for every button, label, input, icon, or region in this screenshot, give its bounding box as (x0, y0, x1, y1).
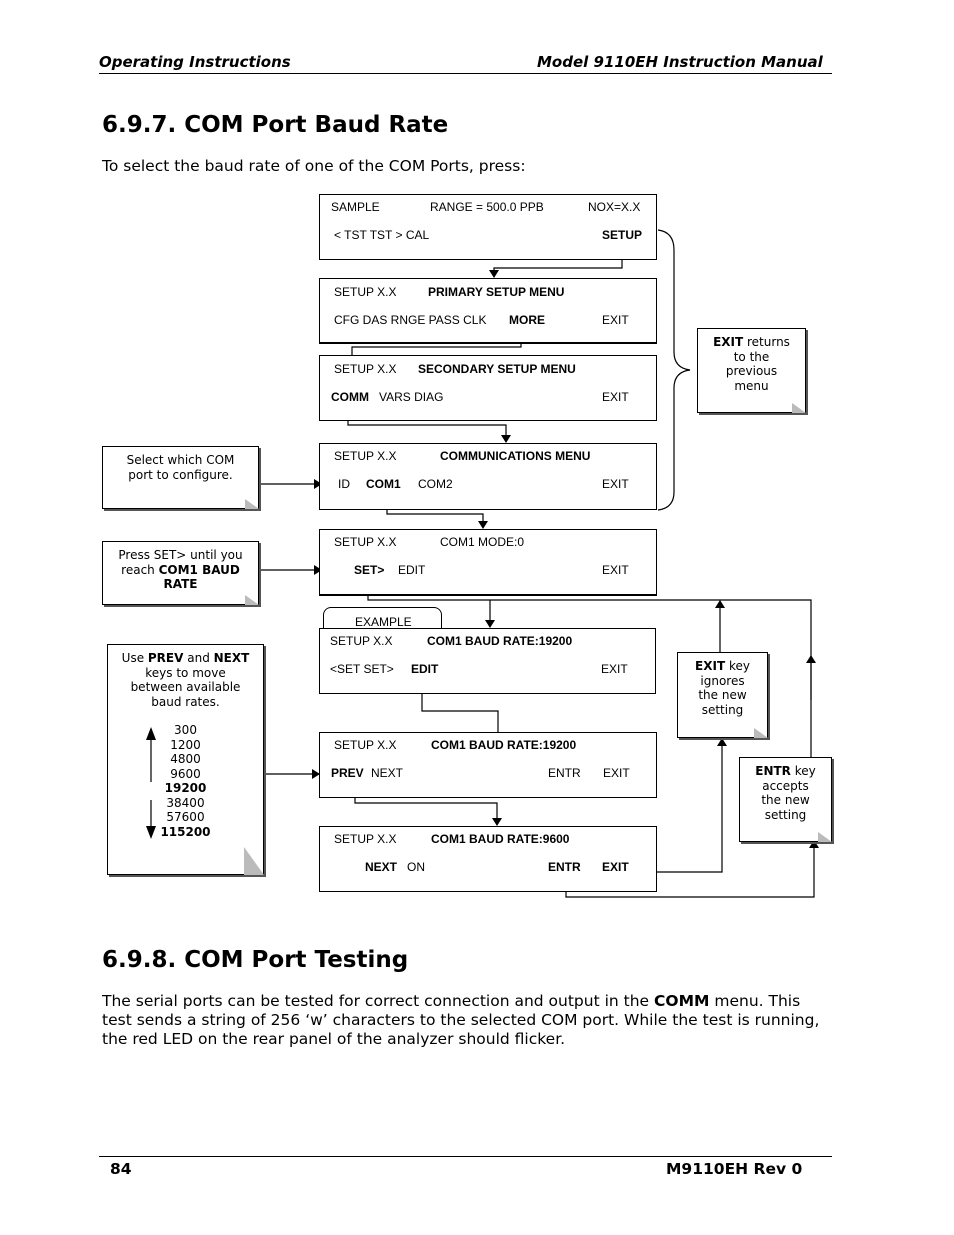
screen-keys[interactable]: VARS DIAG (379, 390, 443, 404)
screen-text: SETUP X.X (334, 535, 397, 549)
screen-text: SETUP X.X (334, 285, 397, 299)
note-exit-key: EXIT key ignores the new setting (677, 652, 768, 738)
prev-key[interactable]: PREV (331, 766, 364, 780)
note-entr-key: ENTR key accepts the new setting (739, 757, 832, 842)
screen-title: COM1 BAUD RATE:19200 (427, 634, 573, 648)
note-use-prev-next: Use PREV and NEXT keys to move between av… (107, 644, 264, 875)
page-fold-icon (818, 832, 832, 842)
note-press-set: Press SET> until you reach COM1 BAUD RAT… (102, 541, 259, 605)
edit-key[interactable]: EDIT (398, 563, 425, 577)
example-label: EXAMPLE (355, 615, 412, 629)
page-fold-icon (245, 499, 259, 509)
flow-connectors (258, 229, 819, 898)
on-key[interactable]: ON (407, 860, 425, 874)
screen-title: COM1 BAUD RATE:19200 (431, 738, 577, 752)
screen-text: SETUP X.X (330, 634, 393, 648)
screen-title: SECONDARY SETUP MENU (418, 362, 576, 376)
exit-key[interactable]: EXIT (603, 766, 630, 780)
more-key[interactable]: MORE (509, 313, 545, 327)
section-title: 6.9.8. COM Port Testing (102, 947, 409, 973)
entr-key[interactable]: ENTR (548, 860, 581, 874)
next-key[interactable]: NEXT (365, 860, 397, 874)
screen-keys[interactable]: <SET SET> (330, 662, 394, 676)
exit-key[interactable]: EXIT (601, 662, 628, 676)
screen-keys[interactable]: < TST TST > CAL (334, 228, 429, 242)
page-fold-icon (244, 847, 264, 875)
page-fold-icon (792, 403, 806, 413)
next-key[interactable]: NEXT (371, 766, 403, 780)
exit-key[interactable]: EXIT (602, 477, 629, 491)
note-select-com: Select which COM port to configure. (102, 446, 259, 509)
screen-keys[interactable]: CFG DAS RNGE PASS CLK (334, 313, 486, 327)
screen-title: COM1 BAUD RATE:9600 (431, 832, 570, 846)
revision-label: M9110EH Rev 0 (666, 1160, 803, 1178)
manual-page: Operating Instructions Model 9110EH Inst… (0, 0, 954, 1235)
exit-key[interactable]: EXIT (602, 860, 629, 874)
entr-key[interactable]: ENTR (548, 766, 581, 780)
brace (657, 229, 691, 511)
body-paragraph: The serial ports can be tested for corre… (102, 992, 820, 1048)
screen-text: SETUP X.X (334, 738, 397, 752)
screen-title: PRIMARY SETUP MENU (428, 285, 565, 299)
screen-title: COM1 MODE:0 (440, 535, 525, 549)
note-exit-returns: EXIT returns to the previous menu (697, 328, 806, 413)
screen-text: RANGE = 500.0 PPB (430, 200, 544, 214)
comm-key[interactable]: COMM (331, 390, 369, 404)
edit-key[interactable]: EDIT (411, 662, 438, 676)
setup-key[interactable]: SETUP (602, 228, 642, 242)
exit-key[interactable]: EXIT (602, 563, 629, 577)
set-key[interactable]: SET> (354, 563, 384, 577)
screen-text: SAMPLE (331, 200, 380, 214)
page-number: 84 (110, 1160, 132, 1178)
com1-key[interactable]: COM1 (366, 477, 401, 491)
page-fold-icon (245, 595, 259, 605)
id-key[interactable]: ID (338, 477, 350, 491)
screen-text: SETUP X.X (334, 449, 397, 463)
screen-title: COMMUNICATIONS MENU (440, 449, 591, 463)
screen-text: SETUP X.X (334, 832, 397, 846)
exit-key[interactable]: EXIT (602, 390, 629, 404)
screen-text: SETUP X.X (334, 362, 397, 376)
exit-key[interactable]: EXIT (602, 313, 629, 327)
footer-rule (99, 1156, 832, 1157)
com2-key[interactable]: COM2 (418, 477, 453, 491)
screen-text: NOX=X.X (588, 200, 641, 214)
page-fold-icon (754, 728, 768, 738)
